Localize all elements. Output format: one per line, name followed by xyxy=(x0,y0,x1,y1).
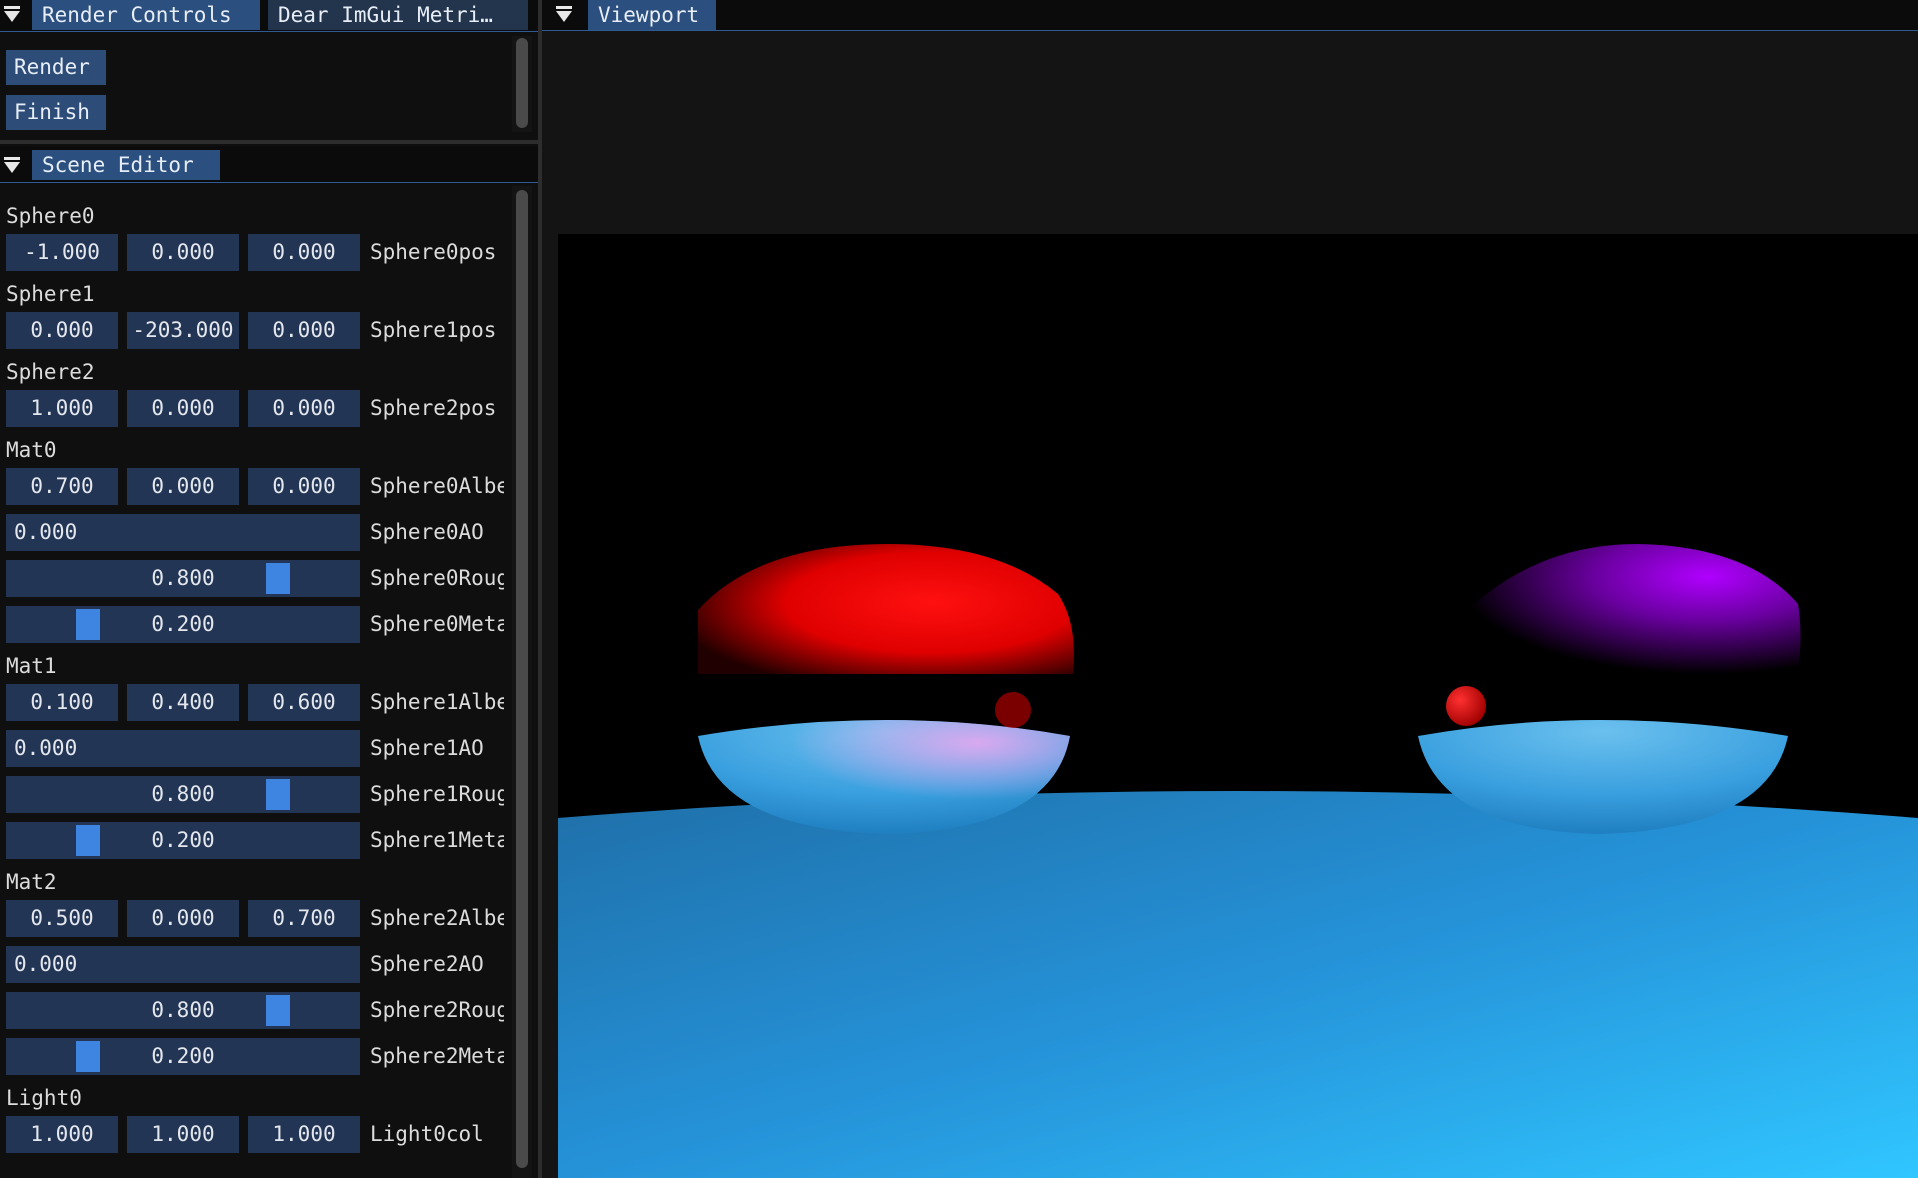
field-label: Sphere0Albedo xyxy=(370,474,504,498)
section-header: Sphere1 xyxy=(6,282,95,306)
slider-value: 0.800 xyxy=(151,782,215,806)
drag-float-field[interactable]: 0.000 xyxy=(127,900,239,937)
render-small-red-sphere xyxy=(1446,686,1486,726)
panel-splitter[interactable] xyxy=(0,140,538,144)
slider-value: 0.800 xyxy=(151,998,215,1022)
field-label: Sphere0Metallic xyxy=(370,612,504,636)
field-label: Sphere2Roughness xyxy=(370,998,504,1022)
drag-float-field[interactable]: 1.000 xyxy=(248,1116,360,1153)
render-controls-collapse-icon[interactable] xyxy=(4,4,20,24)
scene-editor-tab-underline xyxy=(0,182,538,183)
viewport-collapse-icon[interactable] xyxy=(556,4,572,24)
section-header: Mat0 xyxy=(6,438,57,462)
section-header: Mat1 xyxy=(6,654,57,678)
input-float-field[interactable]: 0.000 xyxy=(6,514,360,551)
tab-imgui-metrics[interactable]: Dear ImGui Metri… xyxy=(268,0,528,30)
triangle-down-icon xyxy=(4,11,20,22)
slider-value: 0.200 xyxy=(151,612,215,636)
drag-float-field[interactable]: 0.100 xyxy=(6,684,118,721)
collapse-bar-icon xyxy=(4,6,20,9)
section-header: Light0 xyxy=(6,1086,82,1110)
drag-float-field[interactable]: 1.000 xyxy=(6,1116,118,1153)
drag-float-field[interactable]: 0.000 xyxy=(6,312,118,349)
render-image[interactable] xyxy=(558,234,1918,1178)
field-label: Sphere0AO xyxy=(370,520,484,544)
input-float-field[interactable]: 0.000 xyxy=(6,946,360,983)
section-header: Sphere2 xyxy=(6,360,95,384)
drag-float-field[interactable]: 0.500 xyxy=(6,900,118,937)
drag-float-field[interactable]: -203.000 xyxy=(127,312,239,349)
field-label: Sphere1pos xyxy=(370,318,497,342)
collapse-bar-icon xyxy=(4,157,20,160)
field-label: Sphere2Metallic xyxy=(370,1044,504,1068)
slider-value: 0.200 xyxy=(151,828,215,852)
drag-float-field[interactable]: 0.000 xyxy=(248,234,360,271)
drag-float-field[interactable]: -1.000 xyxy=(6,234,118,271)
field-label: Sphere1Albedo xyxy=(370,690,504,714)
drag-float-field[interactable]: 0.000 xyxy=(127,390,239,427)
field-label: Sphere0pos xyxy=(370,240,497,264)
triangle-down-icon xyxy=(4,162,20,173)
drag-float-field[interactable]: 0.700 xyxy=(248,900,360,937)
drag-float-field[interactable]: 0.000 xyxy=(248,468,360,505)
drag-float-field[interactable]: 0.000 xyxy=(127,468,239,505)
section-header: Sphere0 xyxy=(6,204,95,228)
field-label: Sphere0Roughness xyxy=(370,566,504,590)
finish-button[interactable]: Finish xyxy=(6,95,106,130)
render-controls-scrollbar[interactable] xyxy=(512,36,532,132)
drag-float-field[interactable]: 0.600 xyxy=(248,684,360,721)
scene-editor-content: Sphere0 -1.000 0.000 0.000 Sphere0pos Sphere1… xyxy=(0,190,512,1178)
triangle-down-icon xyxy=(556,11,572,22)
drag-float-field[interactable]: 0.000 xyxy=(248,312,360,349)
render-controls-scroll-thumb[interactable] xyxy=(516,38,528,128)
field-label: Sphere1Metallic xyxy=(370,828,504,852)
render-button[interactable]: Render xyxy=(6,50,106,85)
scene-editor-scroll-thumb[interactable] xyxy=(516,190,528,1168)
field-label: Sphere2AO xyxy=(370,952,484,976)
drag-float-field[interactable]: 0.000 xyxy=(127,234,239,271)
scene-editor-scrollbar[interactable] xyxy=(512,186,532,1178)
render-controls-tab-underline xyxy=(0,31,538,32)
field-label: Sphere2pos xyxy=(370,396,497,420)
drag-float-field[interactable]: 0.000 xyxy=(248,390,360,427)
drag-float-field[interactable]: 1.000 xyxy=(127,1116,239,1153)
tab-scene-editor[interactable]: Scene Editor xyxy=(32,150,220,180)
field-label: Light0col xyxy=(370,1122,484,1146)
section-header: Mat2 xyxy=(6,870,57,894)
slider-value: 0.200 xyxy=(151,1044,215,1068)
field-label: Sphere1Roughness xyxy=(370,782,504,806)
drag-float-field[interactable]: 0.400 xyxy=(127,684,239,721)
viewport-tabbar xyxy=(542,0,1918,30)
drag-float-field[interactable]: 1.000 xyxy=(6,390,118,427)
scene-editor-collapse-icon[interactable] xyxy=(4,155,20,175)
drag-float-field[interactable]: 0.700 xyxy=(6,468,118,505)
render-ground-sphere xyxy=(558,791,1918,1178)
field-label: Sphere1AO xyxy=(370,736,484,760)
tab-render-controls[interactable]: Render Controls xyxy=(32,0,260,30)
render-red-sphere-reflection xyxy=(995,692,1031,728)
collapse-bar-icon xyxy=(556,6,572,9)
input-float-field[interactable]: 0.000 xyxy=(6,730,360,767)
slider-value: 0.800 xyxy=(151,566,215,590)
field-label: Sphere2Albedo xyxy=(370,906,504,930)
tab-viewport[interactable]: Viewport xyxy=(588,0,716,30)
